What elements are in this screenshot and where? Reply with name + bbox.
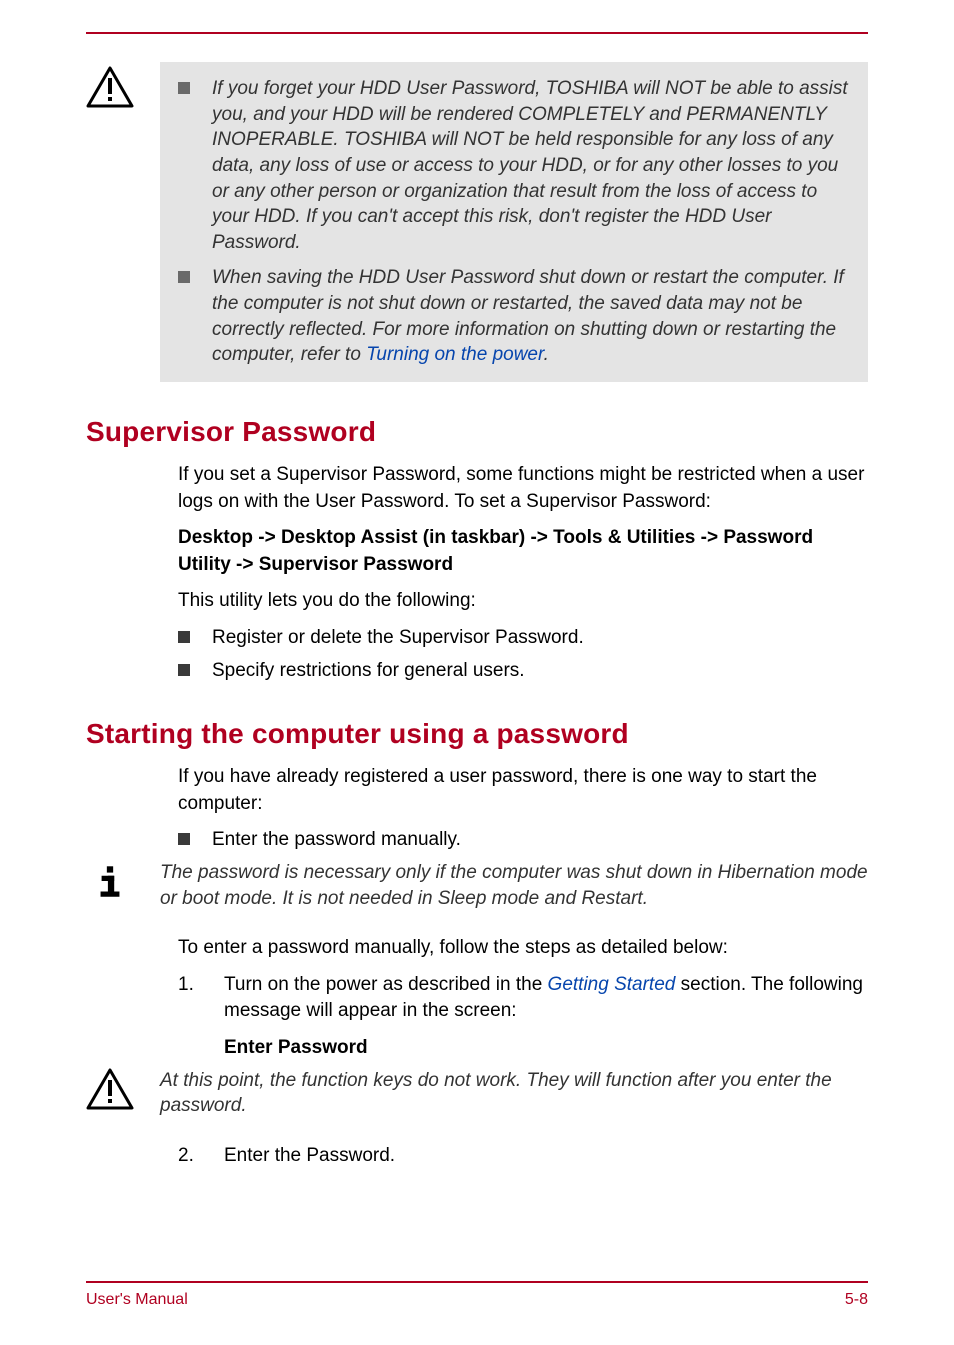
heading-supervisor-password: Supervisor Password xyxy=(86,416,868,448)
callout-bullet: When saving the HDD User Password shut d… xyxy=(178,265,850,368)
list-item-text: Enter the password manually. xyxy=(212,827,461,854)
navigation-path: Desktop -> Desktop Assist (in taskbar) -… xyxy=(178,525,868,578)
list-item-text: Specify restrictions for general users. xyxy=(212,658,525,685)
step-item: 2. Enter the Password. xyxy=(178,1143,868,1170)
callout-bullet-text: If you forget your HDD User Password, TO… xyxy=(212,76,850,255)
step-number: 1. xyxy=(178,972,202,999)
list-item: Register or delete the Supervisor Passwo… xyxy=(178,625,868,652)
section-supervisor-body: If you set a Supervisor Password, some f… xyxy=(178,462,868,684)
paragraph: This utility lets you do the following: xyxy=(178,588,868,615)
list-item-text: Register or delete the Supervisor Passwo… xyxy=(212,625,584,652)
step-text: Turn on the power as described in the Ge… xyxy=(224,972,868,1062)
list-item: Specify restrictions for general users. xyxy=(178,658,868,685)
top-rule xyxy=(86,32,868,34)
warning-callout-body: If you forget your HDD User Password, TO… xyxy=(160,62,868,382)
text: . xyxy=(544,344,549,365)
page-footer: User's Manual 5-8 xyxy=(86,1281,868,1309)
text: If you forget your HDD User Password, TO… xyxy=(212,78,848,253)
warning-note-function-keys: At this point, the function keys do not … xyxy=(86,1068,868,1119)
bullet-icon xyxy=(178,271,190,283)
link-getting-started[interactable]: Getting Started xyxy=(548,974,676,995)
warning-note-text: At this point, the function keys do not … xyxy=(160,1068,868,1119)
paragraph: If you set a Supervisor Password, some f… xyxy=(178,462,868,515)
text: Turn on the power as described in the xyxy=(224,974,548,995)
callout-bullet: If you forget your HDD User Password, TO… xyxy=(178,76,850,255)
footer-right: 5-8 xyxy=(845,1291,868,1309)
enter-password-label: Enter Password xyxy=(224,1035,868,1062)
paragraph: To enter a password manually, follow the… xyxy=(178,935,868,962)
info-note: The password is necessary only if the co… xyxy=(86,860,868,911)
warning-icon xyxy=(86,62,142,113)
section-starting-body: If you have already registered a user pa… xyxy=(178,764,868,854)
list-item: Enter the password manually. xyxy=(178,827,868,854)
step-item: 1. Turn on the power as described in the… xyxy=(178,972,868,1062)
steps-body: To enter a password manually, follow the… xyxy=(178,935,868,1061)
steps-body-2: 2. Enter the Password. xyxy=(178,1143,868,1170)
step-text: Enter the Password. xyxy=(224,1143,868,1170)
info-note-text: The password is necessary only if the co… xyxy=(160,860,868,911)
heading-starting-computer: Starting the computer using a password xyxy=(86,718,868,750)
bullet-icon xyxy=(178,631,190,643)
footer-left: User's Manual xyxy=(86,1291,188,1309)
warning-icon xyxy=(86,1068,142,1115)
callout-bullet-text: When saving the HDD User Password shut d… xyxy=(212,265,850,368)
info-icon xyxy=(86,860,142,907)
link-turning-on-power[interactable]: Turning on the power xyxy=(366,344,543,365)
bullet-icon xyxy=(178,82,190,94)
bullet-icon xyxy=(178,664,190,676)
warning-callout-hdd: If you forget your HDD User Password, TO… xyxy=(86,62,868,382)
bullet-icon xyxy=(178,833,190,845)
step-number: 2. xyxy=(178,1143,202,1170)
paragraph: If you have already registered a user pa… xyxy=(178,764,868,817)
